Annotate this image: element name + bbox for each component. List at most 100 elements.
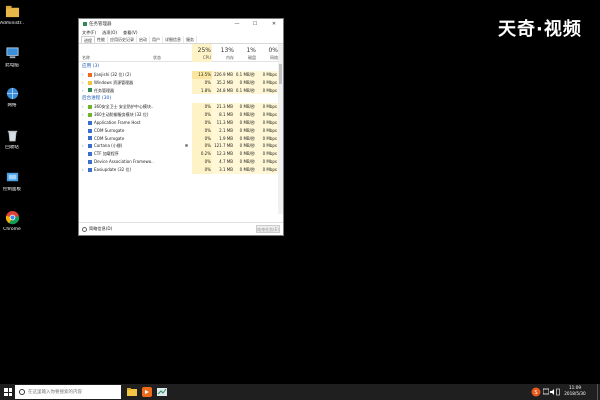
process-disk: 0.1 MB/秒 [234,86,256,95]
process-disk: 0 MB/秒 [234,111,256,119]
process-row[interactable]: › Cortana (小娜) 0% 121.7 MB 0 MB/秒 0 Mbps [79,142,283,151]
expand-chevron-icon[interactable]: › [82,71,84,79]
jianjishi-app-icon[interactable] [141,386,153,398]
network-tray-icon[interactable] [543,388,549,396]
process-cpu: 0.2% [192,150,212,158]
process-cpu: 0% [192,111,212,119]
process-network: 0 Mbps [256,118,278,127]
expand-chevron-icon[interactable]: › [82,111,84,119]
process-disk: 0 MB/秒 [234,157,256,166]
process-disk: 0.1 MB/秒 [234,71,256,79]
title-bar[interactable]: 任务管理器 — ☐ ✕ [79,19,283,29]
process-icon [88,72,92,77]
desktop-icon-label: Administr... [0,21,24,26]
suspended-leaf-icon [185,144,188,148]
process-row[interactable]: › Jianjishi (32 位) (2) 13.5% 226.9 MB 0.1 MB… [79,71,283,79]
menu-options[interactable]: 选项(O) [102,29,117,36]
process-row[interactable]: › 任务管理器 1.8% 24.8 MB 0.1 MB/秒 0 Mbps [79,86,283,95]
column-status[interactable]: 状态 [153,55,161,61]
watermark-logo: 天奇·视频 [498,19,582,40]
desktop-icon-this-pc[interactable]: 此电脑 [0,46,24,68]
search-input[interactable] [28,387,116,397]
process-row[interactable]: CTF 加载程序 0.2% 12.3 MB 0 MB/秒 0 Mbps [79,150,283,158]
process-memory: 226.9 MB [212,71,234,79]
tab-users[interactable]: 用户 [150,36,163,43]
desktop-icon-chrome[interactable]: Chrome [0,210,24,232]
tab-details[interactable]: 详细信息 [163,36,184,43]
column-disk[interactable]: 1% 磁盘 [234,44,256,61]
cpu-total: 25% [197,47,211,54]
process-name: Easiupdate (32 位) [94,166,132,172]
column-memory[interactable]: 13% 内存 [212,44,234,61]
expand-chevron-icon[interactable]: › [82,87,84,95]
computer-icon [6,47,18,59]
process-name: 任务管理器 [94,87,114,93]
column-header: 名称 状态 25% CPU 13% 内存 1% 磁盘 0% 网络 [79,44,283,62]
process-disk: 0 MB/秒 [234,126,256,135]
process-network: 0 Mbps [256,134,278,143]
tab-app-history[interactable]: 应用历史记录 [108,36,137,43]
vertical-scrollbar[interactable] [278,44,283,214]
process-network: 0 Mbps [256,86,278,95]
group-apps[interactable]: 应用 (3) [79,62,283,71]
close-button[interactable]: ✕ [266,20,282,28]
menu-file[interactable]: 文件(F) [82,29,96,36]
process-row[interactable]: › 360安全卫士 安全防护中心模块... 0% 21.3 MB 0 MB/秒 0 Mbp… [79,103,283,112]
process-memory: 11.3 MB [212,118,234,127]
desktop-icon-control-panel[interactable]: 控制面板 [0,170,24,192]
process-row[interactable]: Device Association Framewo... 0% 4.7 MB 0 M… [79,157,283,166]
tab-performance[interactable]: 性能 [95,36,108,43]
column-name[interactable]: 名称 [82,55,90,61]
desktop-icon-user-folder[interactable]: Administr... [0,4,24,26]
process-row[interactable]: › Windows 资源管理器 0% 35.2 MB 0 MB/秒 0 Mbps [79,78,283,87]
maximize-button[interactable]: ☐ [247,20,263,28]
tray-app-icon[interactable]: S [531,387,541,397]
minimize-button[interactable]: — [229,20,245,28]
process-row[interactable]: Application Frame Host 0% 11.3 MB 0 MB/秒 0 M… [79,118,283,127]
process-icon [88,128,92,133]
tab-services[interactable]: 服务 [184,36,197,43]
file-explorer-icon[interactable] [126,386,138,398]
windows-logo-icon [8,388,12,392]
process-memory: 4.7 MB [212,157,234,166]
desktop-icon-recycle-bin[interactable]: 回收站 [0,128,24,150]
process-memory: 3.1 MB [212,165,234,174]
process-name: Device Association Framewo... [94,158,154,164]
column-network[interactable]: 0% 网络 [256,44,278,61]
system-clock[interactable]: 11:09 2018/5/30 [560,385,590,397]
menu-view[interactable]: 查看(V) [123,29,138,36]
fewer-details-link[interactable]: 简略信息(D) [82,226,112,232]
windows-logo-icon [4,392,8,396]
desktop-icon-network[interactable]: 网络 [0,86,24,108]
expand-chevron-icon[interactable]: › [82,166,84,174]
task-manager-taskbar-icon[interactable] [156,386,168,398]
start-button[interactable] [4,388,12,396]
process-row[interactable]: COM Surrogate 0% 2.1 MB 0 MB/秒 0 Mbps [79,126,283,135]
menu-bar: 文件(F) 选项(O) 查看(V) [79,29,283,36]
disk-total: 1% [246,47,256,54]
window-title: 任务管理器 [89,22,112,27]
tab-processes[interactable]: 进程 [81,36,95,43]
task-manager-window[interactable]: 任务管理器 — ☐ ✕ 文件(F) 选项(O) 查看(V) 进程 性能 应用历史… [78,18,284,236]
network-icon [6,87,18,100]
process-cpu: 0% [192,165,212,174]
taskbar-search[interactable] [15,385,121,399]
process-row[interactable]: › 360主动防御服务模块 (32 位) 0% 8.1 MB 0 MB/秒 0 Mbps [79,111,283,119]
expand-chevron-icon[interactable]: › [82,142,84,150]
process-network: 0 Mbps [256,165,278,174]
process-network: 0 Mbps [256,103,278,112]
expand-chevron-icon[interactable]: › [82,103,84,111]
end-task-button[interactable]: 结束任务(E) [256,225,280,233]
desktop-icon-label: 控制面板 [3,187,21,192]
scrollbar-thumb[interactable] [279,64,282,84]
chevron-up-icon [82,226,87,232]
control-panel-icon [6,172,18,182]
process-row[interactable]: COM Surrogate 0% 1.9 MB 0 MB/秒 0 Mbps [79,134,283,143]
process-row[interactable]: › Easiupdate (32 位) 0% 3.1 MB 0 MB/秒 0 Mbps [79,165,283,174]
expand-chevron-icon[interactable]: › [82,79,84,87]
task-manager-icon [83,22,87,26]
windows-logo-icon [8,392,12,396]
column-cpu[interactable]: 25% CPU [192,44,212,62]
tab-startup[interactable]: 启动 [137,36,150,43]
group-background[interactable]: 后台进程 (30) [79,94,283,103]
